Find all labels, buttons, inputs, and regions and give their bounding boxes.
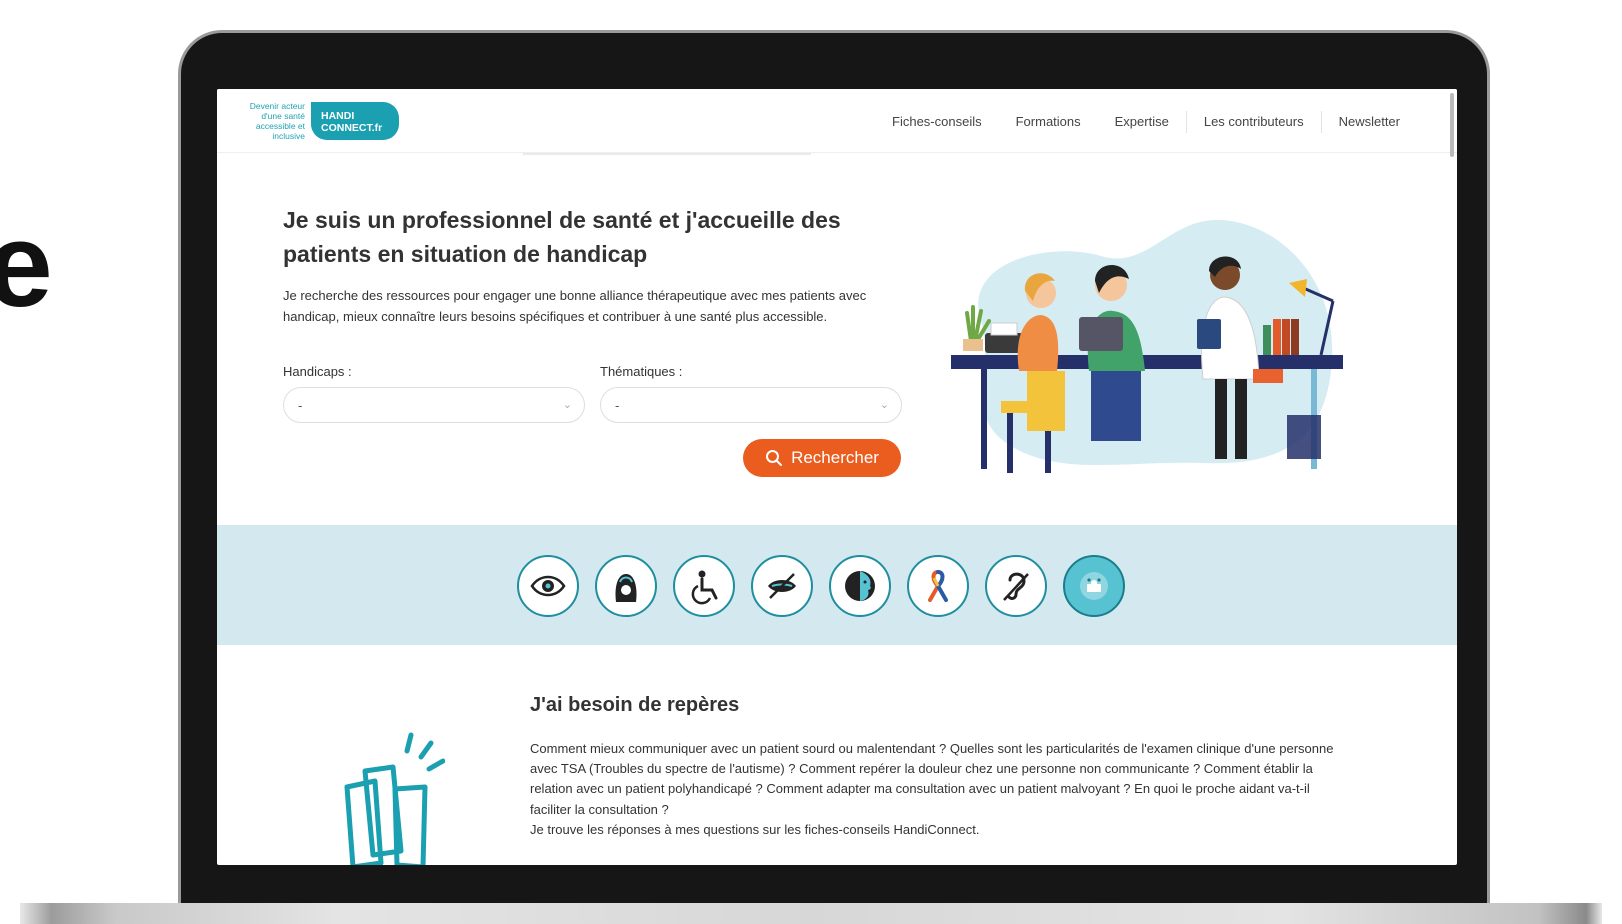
main-nav: Fiches-conseils Formations Expertise Les… <box>875 111 1417 133</box>
scrollbar-thumb[interactable] <box>1450 93 1454 157</box>
logo-badge: HANDI CONNECT.fr <box>311 102 399 140</box>
search-button-label: Rechercher <box>791 448 879 467</box>
nav-newsletter[interactable]: Newsletter <box>1320 111 1417 133</box>
documents-illustration <box>344 732 445 865</box>
thematiques-select[interactable]: - ⌄ <box>600 387 902 423</box>
eye-icon[interactable] <box>517 555 579 617</box>
logo-brand-line1: HANDI <box>321 110 355 122</box>
site-header: Devenir acteur d'une santé accessible et… <box>217 89 1457 157</box>
face-profile-icon[interactable] <box>829 555 891 617</box>
thematiques-select-value: - <box>615 398 620 413</box>
site-logo[interactable]: Devenir acteur d'une santé accessible et… <box>231 101 399 141</box>
browser-viewport: Devenir acteur d'une santé accessible et… <box>217 89 1457 865</box>
chevron-down-icon: ⌄ <box>879 399 889 411</box>
chevron-down-icon: ⌄ <box>562 399 572 411</box>
handicaps-select-value: - <box>298 398 303 413</box>
consultation-illustration <box>951 219 1343 473</box>
cognitive-head-icon[interactable] <box>595 555 657 617</box>
handicap-filter-band <box>217 525 1457 645</box>
hero-title: Je suis un professionnel de santé et j'a… <box>283 207 841 267</box>
header-divider <box>523 153 811 155</box>
cropped-letter: e <box>0 198 53 332</box>
handicap-icons-row <box>517 555 1125 617</box>
puzzle-head-icon[interactable] <box>1063 555 1125 617</box>
laptop-base <box>20 903 1602 924</box>
fiches-conseils-link[interactable]: Je trouve les réponses à mes questions s… <box>530 820 1350 840</box>
section-description: Comment mieux communiquer avec un patien… <box>530 739 1350 840</box>
autism-ribbon-icon[interactable] <box>907 555 969 617</box>
hearing-ear-icon[interactable] <box>985 555 1047 617</box>
logo-brand-line2: CONNECT.fr <box>321 122 383 134</box>
thematiques-label: Thématiques : <box>600 364 683 379</box>
handicaps-label: Handicaps : <box>283 364 352 379</box>
nav-formations[interactable]: Formations <box>999 111 1098 133</box>
laptop-frame: Devenir acteur d'une santé accessible et… <box>178 30 1490 910</box>
nav-fiches-conseils[interactable]: Fiches-conseils <box>875 111 999 133</box>
nav-contributeurs[interactable]: Les contributeurs <box>1185 111 1321 133</box>
search-button[interactable]: Rechercher <box>743 439 901 477</box>
nav-expertise[interactable]: Expertise <box>1098 111 1186 133</box>
handicaps-select[interactable]: - ⌄ <box>283 387 585 423</box>
hero-description: Je recherche des ressources pour engager… <box>283 288 867 324</box>
section-questions: Comment mieux communiquer avec un patien… <box>530 741 1334 817</box>
section-title: J'ai besoin de repères <box>530 694 740 716</box>
search-icon <box>766 450 783 466</box>
logo-tagline: Devenir acteur d'une santé accessible et… <box>249 101 305 141</box>
wheelchair-icon[interactable] <box>673 555 735 617</box>
speech-mouth-icon[interactable] <box>751 555 813 617</box>
